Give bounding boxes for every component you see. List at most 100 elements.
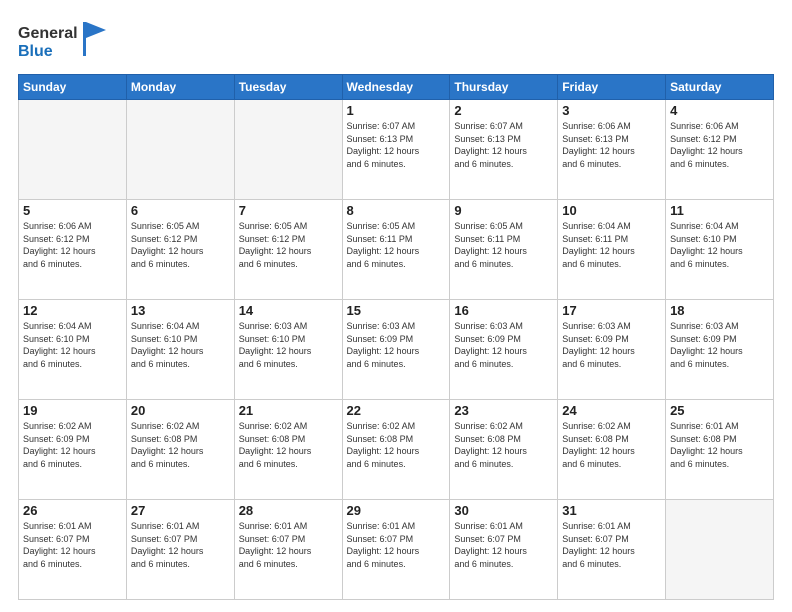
day-number: 10 xyxy=(562,203,661,218)
calendar-cell: 21 Sunrise: 6:02 AMSunset: 6:08 PMDayligh… xyxy=(234,400,342,500)
day-number: 17 xyxy=(562,303,661,318)
calendar-cell: 15 Sunrise: 6:03 AMSunset: 6:09 PMDayligh… xyxy=(342,300,450,400)
calendar-cell: 2 Sunrise: 6:07 AMSunset: 6:13 PMDaylight… xyxy=(450,100,558,200)
day-number: 20 xyxy=(131,403,230,418)
day-number: 19 xyxy=(23,403,122,418)
calendar-cell: 29 Sunrise: 6:01 AMSunset: 6:07 PMDayligh… xyxy=(342,500,450,600)
day-info: Sunrise: 6:01 AMSunset: 6:08 PMDaylight:… xyxy=(670,420,769,470)
day-info: Sunrise: 6:02 AMSunset: 6:08 PMDaylight:… xyxy=(131,420,230,470)
day-info: Sunrise: 6:04 AMSunset: 6:10 PMDaylight:… xyxy=(670,220,769,270)
day-info: Sunrise: 6:02 AMSunset: 6:08 PMDaylight:… xyxy=(454,420,553,470)
calendar-cell: 14 Sunrise: 6:03 AMSunset: 6:10 PMDayligh… xyxy=(234,300,342,400)
day-info: Sunrise: 6:01 AMSunset: 6:07 PMDaylight:… xyxy=(562,520,661,570)
day-info: Sunrise: 6:03 AMSunset: 6:10 PMDaylight:… xyxy=(239,320,338,370)
calendar-cell: 26Sunrise: 6:01 AMSunset: 6:07 PMDayligh… xyxy=(19,500,127,600)
day-number: 9 xyxy=(454,203,553,218)
day-number: 12 xyxy=(23,303,122,318)
weekday-header-saturday: Saturday xyxy=(666,75,774,100)
calendar-week-3: 19Sunrise: 6:02 AMSunset: 6:09 PMDayligh… xyxy=(19,400,774,500)
calendar-cell: 10 Sunrise: 6:04 AMSunset: 6:11 PMDayligh… xyxy=(558,200,666,300)
calendar-cell: 25Sunrise: 6:01 AMSunset: 6:08 PMDayligh… xyxy=(666,400,774,500)
calendar-cell: 23 Sunrise: 6:02 AMSunset: 6:08 PMDayligh… xyxy=(450,400,558,500)
day-info: Sunrise: 6:04 AMSunset: 6:10 PMDaylight:… xyxy=(23,320,122,370)
day-info: Sunrise: 6:01 AMSunset: 6:07 PMDaylight:… xyxy=(454,520,553,570)
calendar-table: SundayMondayTuesdayWednesdayThursdayFrid… xyxy=(18,74,774,600)
calendar-cell: 5 Sunrise: 6:06 AMSunset: 6:12 PMDaylight… xyxy=(19,200,127,300)
day-info: Sunrise: 6:07 AMSunset: 6:13 PMDaylight:… xyxy=(347,120,446,170)
calendar-cell: 1Sunrise: 6:07 AMSunset: 6:13 PMDaylight… xyxy=(342,100,450,200)
day-number: 5 xyxy=(23,203,122,218)
day-info: Sunrise: 6:04 AMSunset: 6:11 PMDaylight:… xyxy=(562,220,661,270)
calendar-cell: 19Sunrise: 6:02 AMSunset: 6:09 PMDayligh… xyxy=(19,400,127,500)
day-info: Sunrise: 6:04 AMSunset: 6:10 PMDaylight:… xyxy=(131,320,230,370)
calendar-cell xyxy=(19,100,127,200)
calendar-cell: 28 Sunrise: 6:01 AMSunset: 6:07 PMDayligh… xyxy=(234,500,342,600)
calendar-cell xyxy=(666,500,774,600)
weekday-header-wednesday: Wednesday xyxy=(342,75,450,100)
day-info: Sunrise: 6:02 AMSunset: 6:08 PMDaylight:… xyxy=(239,420,338,470)
logo: General Blue xyxy=(18,18,108,64)
day-number: 15 xyxy=(347,303,446,318)
day-number: 23 xyxy=(454,403,553,418)
weekday-header-monday: Monday xyxy=(126,75,234,100)
calendar-cell: 9 Sunrise: 6:05 AMSunset: 6:11 PMDaylight… xyxy=(450,200,558,300)
calendar-cell: 22Sunrise: 6:02 AMSunset: 6:08 PMDayligh… xyxy=(342,400,450,500)
logo-svg: General Blue xyxy=(18,18,108,64)
day-number: 11 xyxy=(670,203,769,218)
day-number: 13 xyxy=(131,303,230,318)
day-info: Sunrise: 6:05 AMSunset: 6:12 PMDaylight:… xyxy=(239,220,338,270)
calendar-cell: 6 Sunrise: 6:05 AMSunset: 6:12 PMDaylight… xyxy=(126,200,234,300)
day-info: Sunrise: 6:01 AMSunset: 6:07 PMDaylight:… xyxy=(347,520,446,570)
calendar-week-1: 5 Sunrise: 6:06 AMSunset: 6:12 PMDaylight… xyxy=(19,200,774,300)
svg-text:Blue: Blue xyxy=(18,43,53,60)
day-number: 29 xyxy=(347,503,446,518)
calendar-cell: 12 Sunrise: 6:04 AMSunset: 6:10 PMDayligh… xyxy=(19,300,127,400)
day-number: 21 xyxy=(239,403,338,418)
calendar-cell: 8Sunrise: 6:05 AMSunset: 6:11 PMDaylight… xyxy=(342,200,450,300)
day-number: 27 xyxy=(131,503,230,518)
day-number: 31 xyxy=(562,503,661,518)
day-info: Sunrise: 6:05 AMSunset: 6:11 PMDaylight:… xyxy=(347,220,446,270)
day-number: 4 xyxy=(670,103,769,118)
day-info: Sunrise: 6:06 AMSunset: 6:12 PMDaylight:… xyxy=(23,220,122,270)
day-number: 28 xyxy=(239,503,338,518)
calendar-week-4: 26Sunrise: 6:01 AMSunset: 6:07 PMDayligh… xyxy=(19,500,774,600)
calendar-cell: 3Sunrise: 6:06 AMSunset: 6:13 PMDaylight… xyxy=(558,100,666,200)
day-number: 7 xyxy=(239,203,338,218)
weekday-header-row: SundayMondayTuesdayWednesdayThursdayFrid… xyxy=(19,75,774,100)
day-number: 6 xyxy=(131,203,230,218)
day-info: Sunrise: 6:05 AMSunset: 6:12 PMDaylight:… xyxy=(131,220,230,270)
weekday-header-thursday: Thursday xyxy=(450,75,558,100)
weekday-header-friday: Friday xyxy=(558,75,666,100)
calendar-cell xyxy=(126,100,234,200)
day-info: Sunrise: 6:03 AMSunset: 6:09 PMDaylight:… xyxy=(562,320,661,370)
calendar-cell xyxy=(234,100,342,200)
svg-text:General: General xyxy=(18,25,78,42)
calendar-cell: 20 Sunrise: 6:02 AMSunset: 6:08 PMDayligh… xyxy=(126,400,234,500)
calendar-cell: 17 Sunrise: 6:03 AMSunset: 6:09 PMDayligh… xyxy=(558,300,666,400)
calendar-cell: 16Sunrise: 6:03 AMSunset: 6:09 PMDayligh… xyxy=(450,300,558,400)
day-info: Sunrise: 6:03 AMSunset: 6:09 PMDaylight:… xyxy=(347,320,446,370)
calendar-cell: 13 Sunrise: 6:04 AMSunset: 6:10 PMDayligh… xyxy=(126,300,234,400)
day-info: Sunrise: 6:03 AMSunset: 6:09 PMDaylight:… xyxy=(670,320,769,370)
day-info: Sunrise: 6:02 AMSunset: 6:08 PMDaylight:… xyxy=(562,420,661,470)
day-number: 18 xyxy=(670,303,769,318)
day-info: Sunrise: 6:01 AMSunset: 6:07 PMDaylight:… xyxy=(239,520,338,570)
day-info: Sunrise: 6:02 AMSunset: 6:08 PMDaylight:… xyxy=(347,420,446,470)
weekday-header-tuesday: Tuesday xyxy=(234,75,342,100)
calendar-cell: 30 Sunrise: 6:01 AMSunset: 6:07 PMDayligh… xyxy=(450,500,558,600)
header: General Blue xyxy=(18,18,774,64)
weekday-header-sunday: Sunday xyxy=(19,75,127,100)
day-number: 30 xyxy=(454,503,553,518)
day-number: 24 xyxy=(562,403,661,418)
calendar-week-2: 12 Sunrise: 6:04 AMSunset: 6:10 PMDayligh… xyxy=(19,300,774,400)
day-info: Sunrise: 6:05 AMSunset: 6:11 PMDaylight:… xyxy=(454,220,553,270)
day-info: Sunrise: 6:01 AMSunset: 6:07 PMDaylight:… xyxy=(131,520,230,570)
calendar-cell: 11 Sunrise: 6:04 AMSunset: 6:10 PMDayligh… xyxy=(666,200,774,300)
day-number: 2 xyxy=(454,103,553,118)
calendar-cell: 27 Sunrise: 6:01 AMSunset: 6:07 PMDayligh… xyxy=(126,500,234,600)
day-number: 14 xyxy=(239,303,338,318)
day-info: Sunrise: 6:07 AMSunset: 6:13 PMDaylight:… xyxy=(454,120,553,170)
calendar-cell: 4Sunrise: 6:06 AMSunset: 6:12 PMDaylight… xyxy=(666,100,774,200)
calendar-cell: 18 Sunrise: 6:03 AMSunset: 6:09 PMDayligh… xyxy=(666,300,774,400)
